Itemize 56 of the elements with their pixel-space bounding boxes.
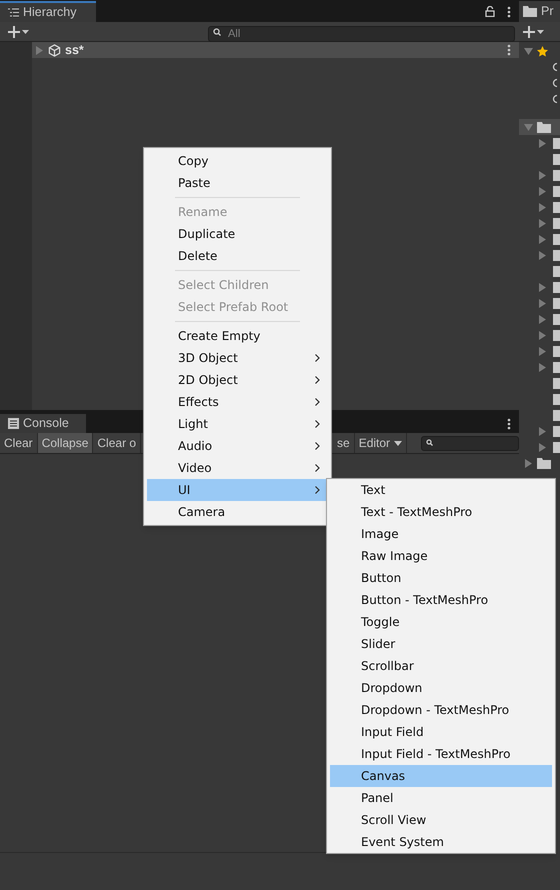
menu-item[interactable]: Camera	[147, 501, 328, 523]
menu-item[interactable]: Text	[330, 479, 552, 501]
menu-item[interactable]: 2D Object	[147, 369, 328, 391]
open-folder-icon	[537, 122, 552, 132]
toolbar-button[interactable]: se	[333, 433, 355, 453]
caret-icon	[537, 30, 544, 34]
menu-item[interactable]: Toggle	[330, 611, 552, 633]
menu-item[interactable]: Paste	[147, 172, 328, 194]
menu-item[interactable]: Event System	[330, 831, 552, 853]
expanded-arrow-icon[interactable]	[524, 122, 534, 132]
console-search-field[interactable]	[421, 436, 520, 450]
more-icon[interactable]	[507, 44, 512, 56]
menu-item[interactable]: Button - TextMeshPro	[330, 589, 552, 611]
menu-item[interactable]: Button	[330, 567, 552, 589]
project-tab[interactable]: Pr	[519, 1, 560, 22]
toolbar-button[interactable]: Clear o	[93, 433, 142, 453]
menu-item[interactable]: Image	[330, 523, 552, 545]
menu-item[interactable]: Input Field - TextMeshPro	[330, 743, 552, 765]
collapsed-arrow-icon[interactable]	[524, 458, 534, 468]
menu-item[interactable]: Dropdown	[330, 677, 552, 699]
menu-item[interactable]: Copy	[147, 150, 328, 172]
caret-icon	[22, 30, 29, 34]
menu-item[interactable]: Create Empty	[147, 325, 328, 347]
menu-item[interactable]: Delete	[147, 245, 328, 267]
search-field[interactable]: All	[208, 26, 516, 42]
star-icon	[537, 46, 548, 56]
scene-name: ss*	[65, 42, 85, 59]
menu-item[interactable]: Video	[147, 457, 328, 479]
menu-item[interactable]: Effects	[147, 391, 328, 413]
list-icon	[8, 8, 19, 17]
menu-item[interactable]: Audio	[147, 435, 328, 457]
more-icon[interactable]	[507, 6, 512, 18]
toolbar-button[interactable]: Editor	[354, 433, 408, 453]
hierarchy-tab[interactable]: Hierarchy	[0, 1, 96, 22]
menu-item[interactable]: Raw Image	[330, 545, 552, 567]
console-tab[interactable]: Console	[0, 414, 86, 433]
lock-icon[interactable]	[485, 6, 496, 17]
menu-item[interactable]: 3D Object	[147, 347, 328, 369]
menu-item[interactable]: Duplicate	[147, 223, 328, 245]
menu-item[interactable]: UI	[147, 479, 328, 501]
console-icon	[8, 418, 19, 429]
toolbar-button[interactable]: Collapse	[38, 433, 94, 453]
menu-item[interactable]: Dropdown - TextMeshPro	[330, 699, 552, 721]
menu-item[interactable]: Panel	[330, 787, 552, 809]
menu-item[interactable]: Canvas	[330, 765, 552, 787]
menu-item[interactable]: Light	[147, 413, 328, 435]
menu-item[interactable]: Scrollbar	[330, 655, 552, 677]
menu-item[interactable]: Input Field	[330, 721, 552, 743]
more-icon[interactable]	[507, 418, 512, 430]
menu-item[interactable]: Text - TextMeshPro	[330, 501, 552, 523]
collapsed-arrow-icon[interactable]	[538, 138, 548, 148]
menu-item[interactable]: Slider	[330, 633, 552, 655]
scene-row[interactable]: ss*	[32, 42, 520, 58]
expanded-arrow-icon[interactable]	[524, 46, 534, 56]
collapsed-arrow-icon[interactable]	[35, 46, 44, 54]
menu-item[interactable]: Scroll View	[330, 809, 552, 831]
